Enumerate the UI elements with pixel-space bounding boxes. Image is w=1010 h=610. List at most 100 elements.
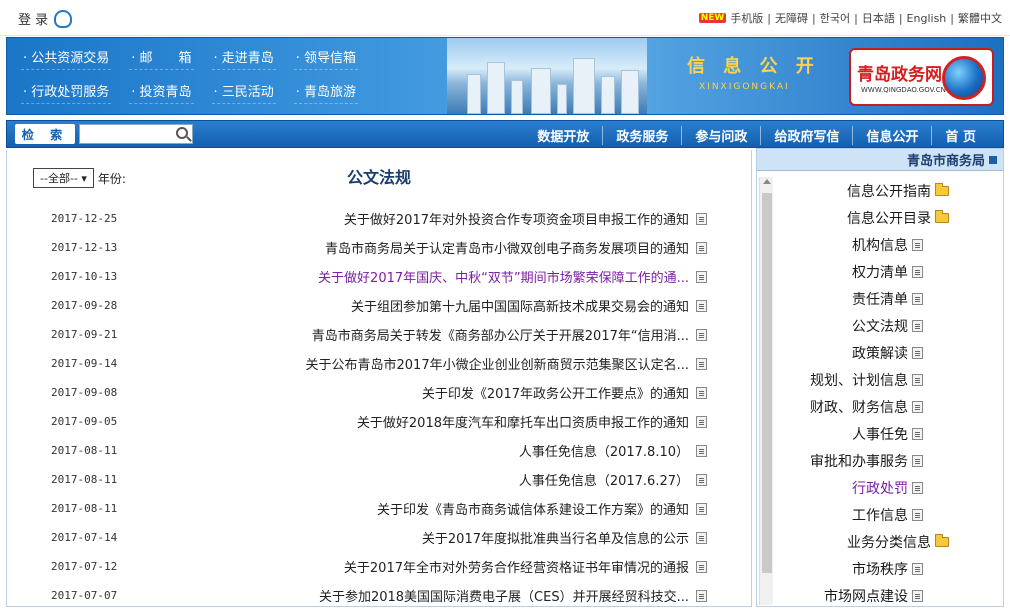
sidebar-item-label: 公文法规: [852, 318, 908, 335]
row-title-link[interactable]: 关于组团参加第十九届中国国际高新技术成果交易会的通知: [351, 296, 689, 315]
row-date: 2017-10-13: [51, 270, 118, 283]
nav-item-data-open[interactable]: 数据开放: [524, 126, 602, 145]
top-link-japanese[interactable]: 日本語: [862, 10, 895, 26]
nav-item-gov-services[interactable]: 政务服务: [602, 126, 681, 145]
sidebar-item[interactable]: 信息公开目录: [777, 204, 1003, 231]
table-row[interactable]: 2017-08-11 人事任免信息（2017.6.27）: [7, 465, 751, 494]
row-date: 2017-12-25: [51, 212, 118, 225]
document-icon: [912, 265, 923, 278]
table-row[interactable]: 2017-09-05 关于做好2018年度汽车和摩托车出口资质申报工作的通知: [7, 407, 751, 436]
nav-item-write-letter[interactable]: 给政府写信: [760, 126, 852, 145]
sidebar-item[interactable]: 行政处罚: [777, 474, 1003, 501]
sidebar-item[interactable]: 政策解读: [777, 339, 1003, 366]
top-link-mobile[interactable]: 手机版: [730, 10, 763, 26]
document-icon: [912, 454, 923, 467]
sidebar-item[interactable]: 工作信息: [777, 501, 1003, 528]
document-icon: [696, 589, 707, 602]
row-title-link[interactable]: 关于2017年全市对外劳务合作经营资格证书年审情况的通报: [344, 557, 689, 576]
sidebar-item[interactable]: 信息公开指南: [777, 177, 1003, 204]
row-title-link[interactable]: 人事任免信息（2017.8.10）: [519, 441, 689, 460]
table-row[interactable]: 2017-09-28 关于组团参加第十九届中国国际高新技术成果交易会的通知: [7, 291, 751, 320]
search-button[interactable]: 检 索: [15, 124, 75, 144]
sidebar-item[interactable]: 权力清单: [777, 258, 1003, 285]
sidebar-item[interactable]: 业务分类信息: [777, 528, 1003, 555]
search-icon[interactable]: [176, 127, 188, 139]
sidebar-scrollbar[interactable]: [759, 177, 773, 605]
document-icon: [912, 427, 923, 440]
sidebar-item[interactable]: 公文法规: [777, 312, 1003, 339]
row-title-link[interactable]: 人事任免信息（2017.6.27）: [519, 470, 689, 489]
folder-icon: [935, 533, 949, 547]
table-row[interactable]: 2017-07-07 关于参加2018美国国际消费电子展（CES）并开展经贸科技交…: [7, 581, 751, 610]
document-icon: [696, 444, 707, 457]
table-row[interactable]: 2017-10-13 关于做好2017年国庆、中秋“双节”期间市场繁荣保障工作的通…: [7, 262, 751, 291]
banner-link[interactable]: · 三民活动: [211, 78, 276, 104]
folder-icon: [935, 209, 949, 223]
site-logo[interactable]: 青岛政务网 WWW.QINGDAO.GOV.CN: [849, 48, 994, 106]
table-row[interactable]: 2017-07-12 关于2017年全市对外劳务合作经营资格证书年审情况的通报: [7, 552, 751, 581]
row-title-link[interactable]: 关于做好2017年国庆、中秋“双节”期间市场繁荣保障工作的通...: [318, 267, 689, 286]
row-title-link[interactable]: 关于参加2018美国国际消费电子展（CES）并开展经贸科技交...: [319, 586, 689, 605]
sidebar-item-label: 财政、财务信息: [810, 399, 908, 416]
section-pinyin: XINXIGONGKAI: [699, 82, 790, 92]
login-label: 登 录: [18, 13, 49, 28]
sidebar: 青岛市商务局 信息公开指南 信息公开目录 机构信息 权力清单 责任清单公文法规政策解读规…: [756, 148, 1004, 607]
sidebar-item[interactable]: 市场网点建设: [777, 582, 1003, 609]
row-date: 2017-08-11: [51, 502, 118, 515]
row-title-link[interactable]: 关于公布青岛市2017年小微企业创业创新商贸示范集聚区认定名...: [306, 354, 689, 373]
logo-title: 青岛政务网: [857, 65, 942, 85]
banner-link[interactable]: · 青岛旅游: [293, 78, 359, 104]
top-link-english[interactable]: English: [907, 12, 947, 25]
top-link-traditional-chinese[interactable]: 繁體中文: [958, 10, 1002, 26]
new-badge: NEW: [698, 13, 727, 23]
banner-link[interactable]: · 邮 箱: [129, 44, 194, 70]
sidebar-item[interactable]: 市场秩序: [777, 555, 1003, 582]
section-title: 信 息 公 开: [687, 56, 820, 77]
row-title-link[interactable]: 青岛市商务局关于认定青岛市小微双创电子商务发展项目的通知: [325, 238, 689, 257]
document-icon: [696, 473, 707, 486]
document-icon: [912, 400, 923, 413]
top-link-accessibility[interactable]: 无障碍: [775, 10, 808, 26]
row-date: 2017-07-07: [51, 589, 118, 602]
sidebar-item[interactable]: 财政、财务信息: [777, 393, 1003, 420]
sidebar-item[interactable]: 责任清单: [777, 285, 1003, 312]
document-icon: [696, 212, 707, 225]
scroll-thumb[interactable]: [762, 193, 772, 573]
banner-link[interactable]: · 投资青岛: [129, 78, 194, 104]
table-row[interactable]: 2017-12-25 关于做好2017年对外投资合作专项资金项目申报工作的通知: [7, 204, 751, 233]
sidebar-item[interactable]: 机构信息: [777, 231, 1003, 258]
row-title-link[interactable]: 关于印发《青岛市商务诚信体系建设工作方案》的通知: [377, 499, 689, 518]
document-icon: [912, 562, 923, 575]
row-title-link[interactable]: 青岛市商务局关于转发《商务部办公厅关于开展2017年“信用消...: [312, 325, 689, 344]
table-row[interactable]: 2017-09-08 关于印发《2017年政务公开工作要点》的通知: [7, 378, 751, 407]
row-title-link[interactable]: 关于做好2018年度汽车和摩托车出口资质申报工作的通知: [357, 412, 689, 431]
row-title-link[interactable]: 关于2017年度拟批准典当行名单及信息的公示: [422, 528, 689, 547]
table-row[interactable]: 2017-09-21 青岛市商务局关于转发《商务部办公厅关于开展2017年“信用消…: [7, 320, 751, 349]
search-input[interactable]: [79, 124, 193, 144]
banner-link[interactable]: · 行政处罚服务: [21, 78, 112, 104]
nav-item-participate[interactable]: 参与问政: [681, 126, 760, 145]
table-row[interactable]: 2017-08-11 关于印发《青岛市商务诚信体系建设工作方案》的通知: [7, 494, 751, 523]
table-row[interactable]: 2017-08-11 人事任免信息（2017.8.10）: [7, 436, 751, 465]
sidebar-item[interactable]: 规划、计划信息: [777, 366, 1003, 393]
row-title-link[interactable]: 关于做好2017年对外投资合作专项资金项目申报工作的通知: [344, 209, 689, 228]
nav-item-home[interactable]: 首 页: [931, 126, 989, 145]
sidebar-title: 青岛市商务局: [906, 154, 985, 169]
top-bar: 登 录 NEW 手机版 | 无障碍 | 한국어 | 日本語 | English | 繁體中…: [0, 0, 1010, 36]
banner-link[interactable]: · 走进青岛: [211, 44, 276, 70]
banner-link[interactable]: · 领导信箱: [293, 44, 359, 70]
user-icon: [54, 9, 73, 28]
banner-link[interactable]: · 公共资源交易: [21, 44, 112, 70]
row-date: 2017-12-13: [51, 241, 118, 254]
top-link-korean[interactable]: 한국어: [820, 10, 850, 26]
login-link[interactable]: 登 录: [18, 9, 73, 28]
table-row[interactable]: 2017-07-14 关于2017年度拟批准典当行名单及信息的公示: [7, 523, 751, 552]
table-row[interactable]: 2017-09-14 关于公布青岛市2017年小微企业创业创新商贸示范集聚区认定名…: [7, 349, 751, 378]
sidebar-item[interactable]: 人事任免: [777, 420, 1003, 447]
scroll-up-icon[interactable]: [763, 179, 771, 184]
sidebar-item[interactable]: 审批和办事服务: [777, 447, 1003, 474]
table-row[interactable]: 2017-12-13 青岛市商务局关于认定青岛市小微双创电子商务发展项目的通知: [7, 233, 751, 262]
row-title-link[interactable]: 关于印发《2017年政务公开工作要点》的通知: [422, 383, 689, 402]
nav-item-info-disclosure[interactable]: 信息公开: [852, 126, 931, 145]
row-date: 2017-09-21: [51, 328, 118, 341]
